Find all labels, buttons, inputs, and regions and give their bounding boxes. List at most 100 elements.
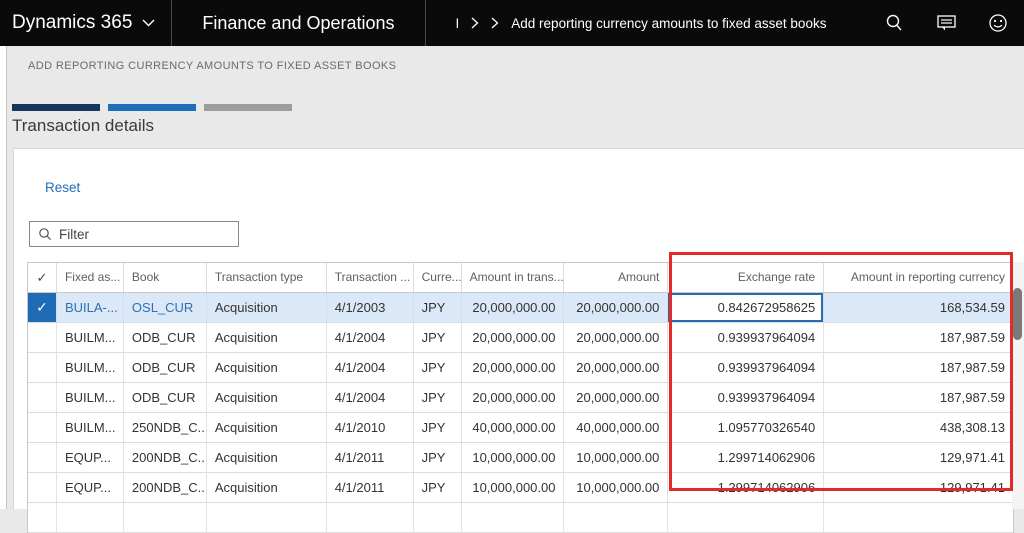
- column-header-amount_reporting[interactable]: Amount in reporting currency: [824, 263, 1013, 292]
- cell-fixed_asset[interactable]: BUILM...: [57, 413, 124, 442]
- cell-currency[interactable]: JPY: [414, 323, 462, 352]
- row-checkbox[interactable]: ✓: [28, 293, 57, 322]
- cell-exchange_rate[interactable]: 1.299714062906: [668, 473, 824, 502]
- cell-amount_in_trans[interactable]: 20,000,000.00: [462, 383, 565, 412]
- cell-transaction_type[interactable]: Acquisition: [207, 413, 327, 442]
- row-checkbox[interactable]: [28, 443, 57, 472]
- cell-transaction_date[interactable]: 4/1/2011: [327, 473, 414, 502]
- cell-currency[interactable]: JPY: [414, 473, 462, 502]
- cell-fixed_asset[interactable]: BUILM...: [57, 353, 124, 382]
- cell-amount_reporting[interactable]: 187,987.59: [824, 383, 1013, 412]
- cell-amount_reporting[interactable]: 129,971.41: [824, 473, 1013, 502]
- cell-transaction_type[interactable]: Acquisition: [207, 383, 327, 412]
- column-header-transaction_type[interactable]: Transaction type: [207, 263, 327, 292]
- cell-transaction_date[interactable]: 4/1/2004: [327, 353, 414, 382]
- cell-transaction_type[interactable]: Acquisition: [207, 473, 327, 502]
- row-checkbox[interactable]: [28, 413, 57, 442]
- cell-amount_reporting[interactable]: 438,308.13: [824, 413, 1013, 442]
- filter-field[interactable]: [29, 221, 239, 247]
- table-row[interactable]: BUILM...ODB_CURAcquisition4/1/2004JPY20,…: [28, 383, 1013, 413]
- cell-amount_reporting[interactable]: 129,971.41: [824, 443, 1013, 472]
- breadcrumb-page-title[interactable]: Add reporting currency amounts to fixed …: [511, 16, 826, 31]
- row-checkbox[interactable]: [28, 473, 57, 502]
- column-header-book[interactable]: Book: [124, 263, 207, 292]
- cell-amount_in_trans[interactable]: 40,000,000.00: [462, 413, 565, 442]
- column-header-amount[interactable]: Amount: [564, 263, 668, 292]
- cell-exchange_rate[interactable]: 1.095770326540: [668, 413, 824, 442]
- cell-currency[interactable]: JPY: [414, 293, 462, 322]
- cell-exchange_rate[interactable]: 1.299714062906: [668, 443, 824, 472]
- cell-transaction_date[interactable]: 4/1/2010: [327, 413, 414, 442]
- table-row[interactable]: BUILM...ODB_CURAcquisition4/1/2004JPY20,…: [28, 353, 1013, 383]
- table-row[interactable]: EQUP...200NDB_C...Acquisition4/1/2011JPY…: [28, 443, 1013, 473]
- cell-fixed_asset[interactable]: BUILM...: [57, 383, 124, 412]
- column-header-exchange_rate[interactable]: Exchange rate: [668, 263, 824, 292]
- cell-currency[interactable]: JPY: [414, 383, 462, 412]
- cell-book[interactable]: ODB_CUR: [124, 353, 207, 382]
- column-header-transaction_date[interactable]: Transaction ...: [327, 263, 414, 292]
- cell-amount[interactable]: 10,000,000.00: [564, 473, 668, 502]
- column-header-currency[interactable]: Curre...: [414, 263, 462, 292]
- table-row[interactable]: BUILM...250NDB_C...Acquisition4/1/2010JP…: [28, 413, 1013, 443]
- cell-amount_reporting[interactable]: 187,987.59: [824, 323, 1013, 352]
- cell-currency[interactable]: JPY: [414, 443, 462, 472]
- cell-amount_in_trans[interactable]: 20,000,000.00: [462, 293, 565, 322]
- cell-amount[interactable]: 20,000,000.00: [564, 383, 668, 412]
- cell-currency[interactable]: JPY: [414, 353, 462, 382]
- cell-amount_in_trans[interactable]: 20,000,000.00: [462, 353, 565, 382]
- cell-transaction_date[interactable]: 4/1/2003: [327, 293, 414, 322]
- cell-transaction_type[interactable]: Acquisition: [207, 353, 327, 382]
- cell-exchange_rate[interactable]: 0.939937964094: [668, 353, 824, 382]
- cell-amount[interactable]: 40,000,000.00: [564, 413, 668, 442]
- feedback-message-icon[interactable]: [920, 0, 972, 46]
- row-checkbox[interactable]: [28, 383, 57, 412]
- table-row[interactable]: BUILM...ODB_CURAcquisition4/1/2004JPY20,…: [28, 323, 1013, 353]
- cell-book[interactable]: 200NDB_C...: [124, 473, 207, 502]
- column-header-amount_in_trans[interactable]: Amount in trans...: [462, 263, 565, 292]
- cell-amount_reporting[interactable]: 187,987.59: [824, 353, 1013, 382]
- cell-transaction_type[interactable]: Acquisition: [207, 323, 327, 352]
- cell-amount_in_trans[interactable]: 10,000,000.00: [462, 473, 565, 502]
- filter-input[interactable]: [59, 227, 219, 242]
- cell-exchange_rate[interactable]: 0.939937964094: [668, 383, 824, 412]
- cell-transaction_date[interactable]: 4/1/2011: [327, 443, 414, 472]
- breadcrumb-root[interactable]: I: [456, 16, 460, 31]
- progress-step-todo: [204, 104, 292, 111]
- cell-transaction_type[interactable]: Acquisition: [207, 443, 327, 472]
- cell-amount[interactable]: 10,000,000.00: [564, 443, 668, 472]
- cell-transaction_type[interactable]: Acquisition: [207, 293, 327, 322]
- cell-exchange_rate[interactable]: 0.939937964094: [668, 323, 824, 352]
- search-icon[interactable]: [868, 0, 920, 46]
- module-title[interactable]: Finance and Operations: [172, 0, 425, 46]
- cell-amount[interactable]: 20,000,000.00: [564, 293, 668, 322]
- reset-button[interactable]: Reset: [45, 180, 80, 195]
- column-header-sel[interactable]: ✓: [28, 263, 57, 292]
- cell-fixed_asset[interactable]: BUILM...: [57, 323, 124, 352]
- cell-book[interactable]: 250NDB_C...: [124, 413, 207, 442]
- cell-fixed_asset[interactable]: EQUP...: [57, 443, 124, 472]
- column-header-fixed_asset[interactable]: Fixed as...: [57, 263, 124, 292]
- app-switcher[interactable]: Dynamics 365: [0, 0, 172, 46]
- vertical-scrollbar[interactable]: [1012, 262, 1024, 509]
- cell-book[interactable]: ODB_CUR: [124, 383, 207, 412]
- cell-amount_reporting[interactable]: 168,534.59: [824, 293, 1013, 322]
- scrollbar-thumb[interactable]: [1013, 288, 1022, 340]
- cell-book[interactable]: OSL_CUR: [124, 293, 207, 322]
- row-checkbox[interactable]: [28, 353, 57, 382]
- cell-book[interactable]: 200NDB_C...: [124, 443, 207, 472]
- cell-transaction_date[interactable]: 4/1/2004: [327, 323, 414, 352]
- cell-fixed_asset[interactable]: EQUP...: [57, 473, 124, 502]
- cell-amount[interactable]: 20,000,000.00: [564, 323, 668, 352]
- cell-book[interactable]: ODB_CUR: [124, 323, 207, 352]
- smiley-icon[interactable]: [972, 0, 1024, 46]
- cell-exchange_rate[interactable]: 0.842672958625: [668, 293, 824, 322]
- cell-amount_in_trans[interactable]: 20,000,000.00: [462, 323, 565, 352]
- row-checkbox[interactable]: [28, 323, 57, 352]
- cell-fixed_asset[interactable]: BUILA-...: [57, 293, 124, 322]
- cell-currency[interactable]: JPY: [414, 413, 462, 442]
- cell-amount[interactable]: 20,000,000.00: [564, 353, 668, 382]
- table-row[interactable]: ✓BUILA-...OSL_CURAcquisition4/1/2003JPY2…: [28, 293, 1013, 323]
- cell-transaction_date[interactable]: 4/1/2004: [327, 383, 414, 412]
- cell-amount_in_trans[interactable]: 10,000,000.00: [462, 443, 565, 472]
- table-row[interactable]: EQUP...200NDB_C...Acquisition4/1/2011JPY…: [28, 473, 1013, 503]
